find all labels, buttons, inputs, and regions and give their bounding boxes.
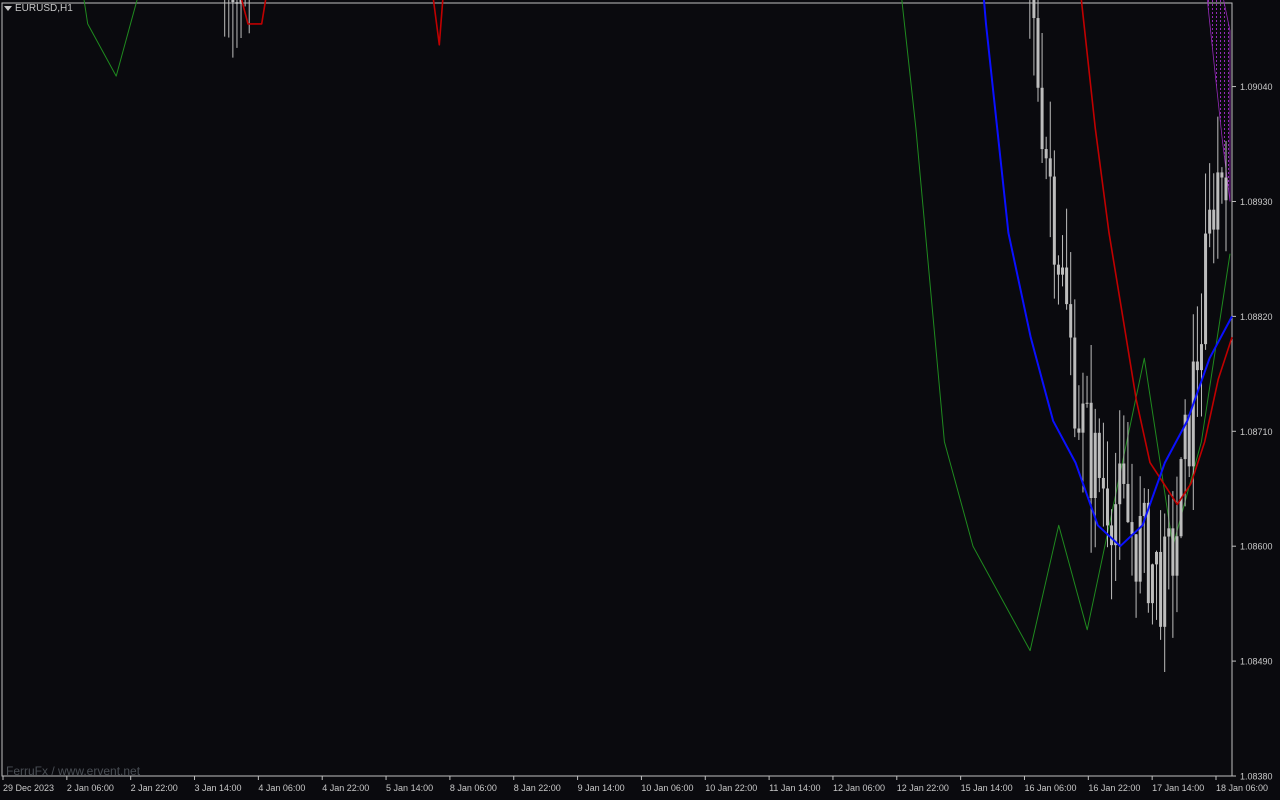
x-tick-label: 4 Jan 22:00 (322, 783, 369, 793)
candle-body (1142, 502, 1146, 517)
candle-body (1130, 522, 1134, 535)
candle-body (1048, 158, 1052, 177)
dropdown-triangle-icon[interactable] (4, 6, 12, 11)
candle-body (1040, 87, 1044, 150)
x-tick-label: 29 Dec 2023 (3, 783, 54, 793)
candle-body (1208, 209, 1212, 234)
candle-body (1105, 488, 1109, 526)
candle-body (1093, 432, 1097, 499)
candle-body (1204, 233, 1208, 345)
y-tick-label: 1.08490 (1240, 657, 1273, 667)
candle-body (1155, 551, 1159, 565)
x-tick-label: 2 Jan 22:00 (131, 783, 178, 793)
symbol-label[interactable]: EURUSD,H1 (4, 3, 73, 14)
x-tick-label: 12 Jan 22:00 (897, 783, 949, 793)
watermark: FerruFx / www.ervent.net (6, 764, 141, 778)
x-tick-label: 11 Jan 14:00 (769, 783, 820, 793)
candle-body (1118, 463, 1122, 505)
candle-body (1191, 361, 1195, 467)
candle-body (1199, 344, 1203, 371)
candle-body (1097, 432, 1101, 478)
y-tick-label: 1.09040 (1240, 82, 1273, 92)
candle-body (235, 2, 239, 4)
candle-body (1069, 304, 1073, 338)
x-tick-label: 5 Jan 14:00 (386, 783, 433, 793)
candle-body (1085, 402, 1089, 404)
candle-body (1159, 551, 1163, 627)
candle-body (1122, 463, 1126, 484)
symbol-text: EURUSD,H1 (15, 3, 73, 14)
x-tick-label: 9 Jan 14:00 (578, 783, 625, 793)
y-tick-label: 1.08710 (1240, 427, 1273, 437)
x-tick-label: 18 Jan 06:00 (1216, 783, 1268, 793)
y-tick-label: 1.08600 (1240, 542, 1273, 552)
candle-body (1175, 536, 1179, 576)
x-tick-label: 17 Jan 14:00 (1152, 783, 1204, 793)
candle-body (1146, 502, 1150, 604)
candle-body (1163, 536, 1167, 627)
x-tick-label: 2 Jan 06:00 (67, 783, 114, 793)
candle-body (1212, 209, 1216, 230)
candle-body (1171, 528, 1175, 576)
candle-body (1036, 18, 1040, 88)
candle-body (1044, 149, 1048, 159)
candle-body (1032, 0, 1036, 19)
y-tick-label: 1.08820 (1240, 312, 1273, 322)
candle-body (1150, 564, 1154, 604)
x-tick-label: 10 Jan 22:00 (705, 783, 757, 793)
y-tick-label: 1.08380 (1240, 772, 1273, 782)
candle-body (1114, 504, 1118, 546)
ichimoku-cloud (1206, 0, 1231, 202)
candle-body (1052, 176, 1056, 265)
x-tick-label: 3 Jan 14:00 (195, 783, 242, 793)
x-tick-label: 12 Jan 06:00 (833, 783, 885, 793)
plot-frame (1, 2, 1233, 777)
candle-body (1110, 525, 1114, 546)
candle-body (1187, 414, 1191, 467)
candle-body (1081, 403, 1085, 433)
y-tick-label: 1.08930 (1240, 197, 1273, 207)
tenkan-sen-line (240, 0, 1233, 506)
chikou-span-line (83, 0, 1231, 652)
candle-body (231, 0, 235, 3)
candle-body (1056, 264, 1060, 275)
candle-body (1089, 402, 1093, 499)
candle-body (1126, 483, 1130, 523)
candle-body (1167, 528, 1171, 537)
candle-body (1061, 267, 1065, 275)
price-chart[interactable]: 1.109101.108001.106901.105801.104701.103… (0, 0, 1280, 800)
x-tick-label: 8 Jan 22:00 (514, 783, 561, 793)
x-tick-label: 10 Jan 06:00 (641, 783, 693, 793)
x-tick-label: 15 Jan 14:00 (961, 783, 1013, 793)
candle-body (1134, 534, 1138, 582)
kijun-sen-line (982, 0, 1233, 548)
candle-body (1216, 172, 1220, 230)
candle-body (1224, 177, 1228, 201)
x-tick-label: 16 Jan 06:00 (1024, 783, 1076, 793)
candle-body (1195, 361, 1199, 371)
x-tick-label: 8 Jan 06:00 (450, 783, 497, 793)
candle-body (1077, 428, 1081, 433)
candle-body (1101, 477, 1105, 489)
candle-body (1065, 267, 1069, 305)
x-tick-label: 4 Jan 06:00 (258, 783, 305, 793)
x-tick-label: 16 Jan 22:00 (1088, 783, 1140, 793)
candle-body (1073, 337, 1077, 429)
candle-body (1220, 172, 1224, 178)
